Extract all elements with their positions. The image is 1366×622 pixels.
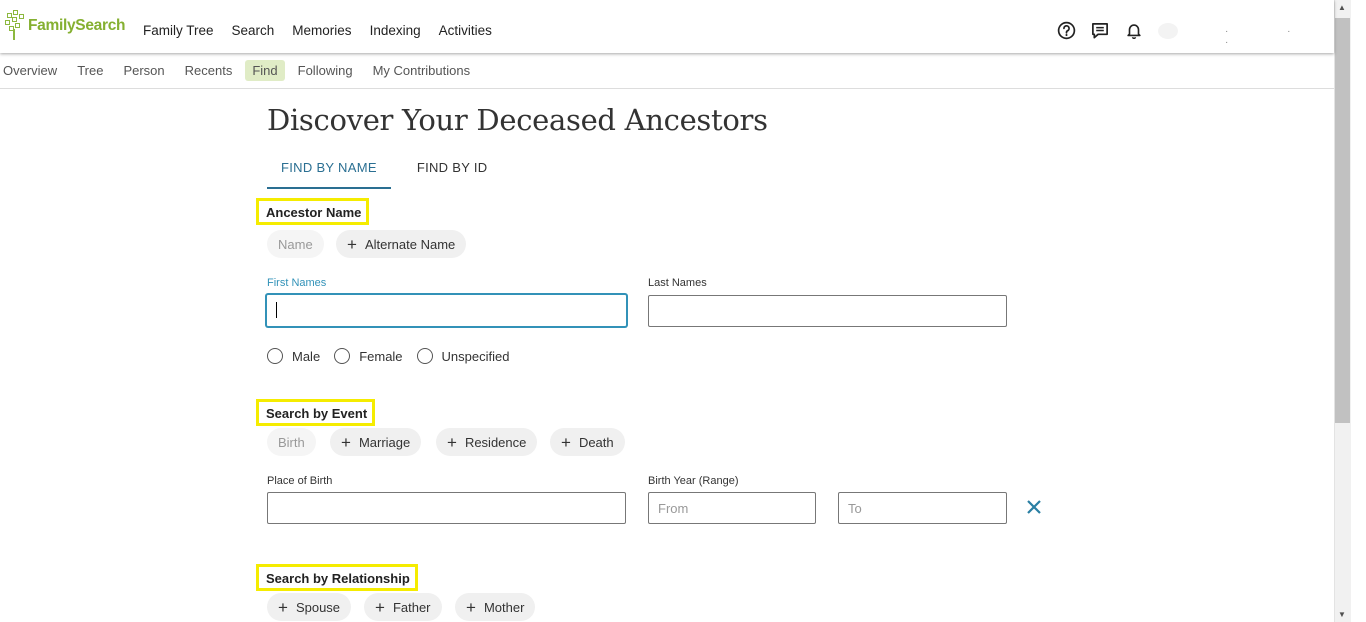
first-names-label: First Names [267,277,327,289]
name-chip: Name [267,230,324,258]
subnav-my-contributions[interactable]: My Contributions [366,60,478,81]
top-nav: Family Tree Search Memories Indexing Act… [143,0,510,60]
plus-icon: + [341,432,351,452]
add-alternate-name-label: Alternate Name [364,236,456,252]
add-death-button[interactable]: + Death [550,428,625,456]
gender-radio-group: Male Female Unspecified [267,348,523,364]
last-names-label: Last Names [648,277,707,289]
add-death-label: Death [578,434,614,450]
birth-year-range-label: Birth Year (Range) [648,475,739,487]
tab-find-by-id[interactable]: FIND BY ID [403,151,502,189]
page-title: Discover Your Deceased Ancestors [267,103,768,137]
search-by-event-heading: Search by Event [256,399,376,426]
add-spouse-button[interactable]: + Spouse [267,593,352,621]
add-marriage-label: Marriage [358,434,411,450]
birth-chip: Birth [267,428,316,456]
user-menu-placeholder: · · · [1225,26,1319,48]
gender-unspecified-label: Unspecified [441,348,510,364]
subnav-overview[interactable]: Overview [0,60,64,81]
subnav-person[interactable]: Person [116,60,171,81]
radio-circle-icon [267,348,283,364]
subnav-following[interactable]: Following [291,60,360,81]
add-marriage-button[interactable]: + Marriage [330,428,422,456]
first-names-input[interactable] [266,294,627,327]
subnav-tree[interactable]: Tree [70,60,110,81]
nav-family-tree[interactable]: Family Tree [143,23,214,38]
help-icon[interactable] [1056,20,1076,40]
plus-icon: + [375,597,385,617]
add-mother-button[interactable]: + Mother [455,593,536,621]
plus-icon: + [447,432,457,452]
gender-unspecified-radio[interactable]: Unspecified [416,348,510,364]
last-names-input[interactable] [648,295,1007,327]
add-residence-label: Residence [464,434,527,450]
nav-memories[interactable]: Memories [292,23,351,38]
gender-female-radio[interactable]: Female [334,348,403,364]
bell-icon[interactable] [1124,20,1144,40]
logo-text: FamilySearch [28,17,126,34]
gender-male-label: Male [292,348,321,364]
tab-find-by-name[interactable]: FIND BY NAME [267,151,391,189]
add-mother-label: Mother [483,599,525,615]
avatar[interactable] [1158,23,1178,39]
find-tabs: FIND BY NAME FIND BY ID [267,151,502,189]
add-residence-button[interactable]: + Residence [436,428,538,456]
app-header: FamilySearch Family Tree Search Memories… [0,0,1334,53]
familysearch-logo[interactable]: FamilySearch [5,10,126,42]
scroll-up-arrow-icon[interactable]: ▲ [1338,3,1346,12]
header-icons [1056,20,1158,40]
radio-circle-icon [416,348,433,364]
plus-icon: + [466,597,476,617]
place-of-birth-input[interactable] [267,492,626,524]
clear-birth-event-icon[interactable] [1024,497,1044,517]
plus-icon: + [278,597,288,617]
scroll-down-arrow-icon[interactable]: ▼ [1338,610,1346,619]
birth-year-to-input[interactable] [838,492,1007,524]
place-of-birth-label: Place of Birth [267,475,333,487]
scrollbar-thumb[interactable] [1335,18,1350,423]
birth-year-from-input[interactable] [648,492,816,524]
subnav-recents[interactable]: Recents [178,60,240,81]
plus-icon: + [561,432,571,452]
nav-activities[interactable]: Activities [439,23,492,38]
ancestor-name-heading: Ancestor Name [256,198,370,225]
add-father-label: Father [392,599,431,615]
tree-logo-icon [5,10,27,42]
add-alternate-name-button[interactable]: + Alternate Name [336,230,467,258]
text-caret [276,302,277,318]
gender-female-label: Female [359,348,403,364]
nav-search[interactable]: Search [232,23,275,38]
add-spouse-label: Spouse [295,599,341,615]
search-by-relationship-heading: Search by Relationship [256,564,418,591]
radio-circle-icon [334,348,351,364]
plus-icon: + [347,234,357,254]
gender-male-radio[interactable]: Male [267,348,320,364]
subnav-find[interactable]: Find [245,60,285,81]
chat-icon[interactable] [1090,20,1110,40]
add-father-button[interactable]: + Father [364,593,442,621]
nav-indexing[interactable]: Indexing [370,23,421,38]
